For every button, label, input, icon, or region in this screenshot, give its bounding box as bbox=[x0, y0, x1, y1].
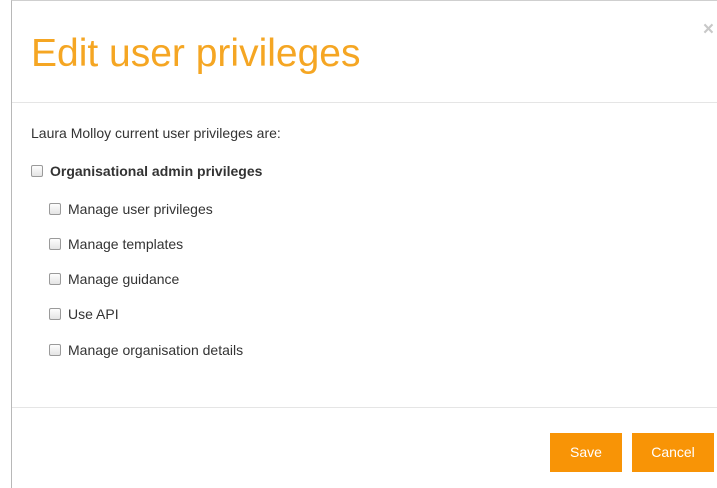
manage-organisation-details-checkbox[interactable] bbox=[49, 344, 61, 356]
privilege-label: Manage templates bbox=[68, 236, 184, 252]
org-admin-privileges-checkbox[interactable] bbox=[31, 165, 43, 177]
privilege-row-use-api[interactable]: Use API bbox=[49, 306, 119, 322]
privilege-label: Use API bbox=[68, 306, 119, 322]
use-api-checkbox[interactable] bbox=[49, 308, 61, 320]
manage-templates-checkbox[interactable] bbox=[49, 238, 61, 250]
privilege-row-manage-organisation-details[interactable]: Manage organisation details bbox=[49, 342, 243, 358]
manage-guidance-checkbox[interactable] bbox=[49, 273, 61, 285]
close-icon[interactable]: × bbox=[703, 20, 714, 39]
footer-divider bbox=[12, 407, 717, 408]
org-admin-privileges-label: Organisational admin privileges bbox=[50, 163, 263, 179]
dialog-title: Edit user privileges bbox=[31, 32, 361, 75]
cancel-button[interactable]: Cancel bbox=[632, 433, 714, 472]
intro-text: Laura Molloy current user privileges are… bbox=[31, 125, 281, 141]
privilege-label: Manage organisation details bbox=[68, 342, 244, 358]
header-divider bbox=[12, 102, 717, 103]
save-button[interactable]: Save bbox=[550, 433, 622, 472]
manage-user-privileges-checkbox[interactable] bbox=[49, 203, 61, 215]
privilege-label: Manage user privileges bbox=[68, 201, 213, 217]
privilege-row-manage-guidance[interactable]: Manage guidance bbox=[49, 271, 179, 287]
edit-privileges-dialog: × Edit user privileges Laura Molloy curr… bbox=[11, 0, 717, 488]
privilege-row-manage-user-privileges[interactable]: Manage user privileges bbox=[49, 201, 213, 217]
org-admin-privileges-row[interactable]: Organisational admin privileges bbox=[31, 163, 262, 179]
privilege-label: Manage guidance bbox=[68, 271, 180, 287]
privilege-row-manage-templates[interactable]: Manage templates bbox=[49, 236, 183, 252]
